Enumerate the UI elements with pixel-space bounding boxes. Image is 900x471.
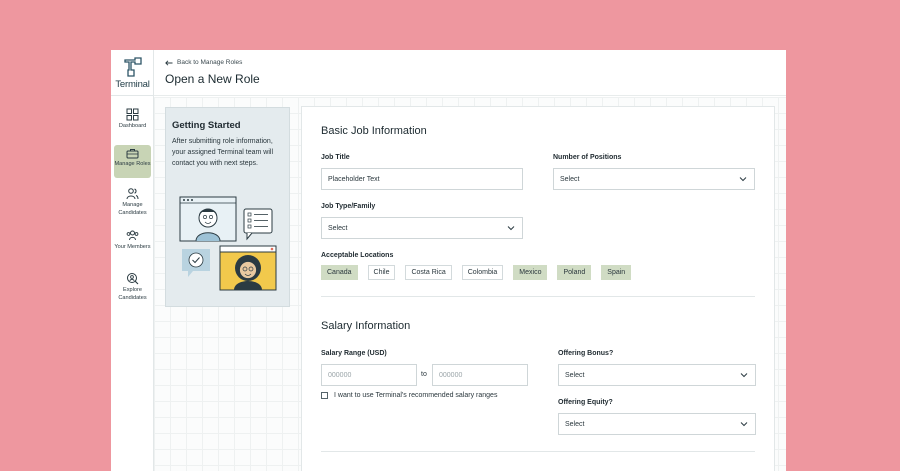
job-title-label: Job Title [321,154,350,161]
salary-max-placeholder: 000000 [439,371,463,379]
location-chips: Canada Chile Costa Rica Colombia Mexico … [321,265,632,280]
page-title: Open a New Role [165,72,260,86]
location-chip-colombia[interactable]: Colombia [461,265,504,280]
salary-max-input[interactable]: 000000 [432,364,528,386]
location-chip-poland[interactable]: Poland [557,265,592,280]
logo[interactable]: Terminal [111,56,154,90]
salary-min-input[interactable]: 000000 [321,364,417,386]
grid-icon [126,108,139,121]
brand-name: Terminal [115,79,150,90]
section-divider [321,451,755,452]
sidebar-item-label: Your Members [114,244,151,250]
salary-info-title: Salary Information [321,320,411,332]
positions-label: Number of Positions [553,154,622,161]
location-chip-spain[interactable]: Spain [601,265,632,280]
bonus-label: Offering Bonus? [558,350,614,357]
back-link[interactable]: Back to Manage Roles [165,59,242,66]
sidebar-item-dashboard[interactable]: Dashboard [114,108,151,136]
bonus-select[interactable]: Select [558,364,756,386]
bonus-value: Select [565,371,585,379]
sidebar-item-label: Manage Candidates [118,202,147,216]
salary-range-separator: to [421,371,427,378]
chevron-down-icon [740,373,748,378]
salary-min-placeholder: 000000 [328,371,352,379]
locations-label: Acceptable Locations [321,252,394,259]
job-type-value: Select [328,224,348,232]
getting-started-card: Getting Started After submitting role in… [165,107,290,307]
search-person-icon [127,273,139,285]
sidebar-item-explore-candidates[interactable]: Explore Candidates [114,272,151,306]
positions-value: Select [560,175,580,183]
job-title-input[interactable]: Placeholder Text [321,168,523,190]
terminal-logo-icon [123,57,142,77]
chevron-down-icon [739,177,747,182]
getting-started-text: After submitting role information, your … [172,138,274,167]
equity-select[interactable]: Select [558,413,756,435]
location-chip-canada[interactable]: Canada [321,265,358,280]
users-icon [126,188,139,200]
team-icon [126,230,139,241]
job-type-label: Job Type/Family [321,203,376,210]
positions-select[interactable]: Select [553,168,755,190]
basic-info-title: Basic Job Information [321,125,427,137]
briefcase-icon [126,149,139,159]
location-chip-mexico[interactable]: Mexico [513,265,548,280]
new-role-form: Basic Job Information Job Title Placehol… [301,106,775,471]
recommended-salary-label: I want to use Terminal's recommended sal… [334,392,498,399]
location-chip-chile[interactable]: Chile [367,265,396,280]
logo-divider [111,95,154,96]
salary-range-label: Salary Range (USD) [321,350,387,357]
sidebar-item-label: Manage Roles [114,161,151,167]
sidebar-item-label: Explore Candidates [118,287,147,301]
app-window: Terminal Dashboard Manage Roles Manage C… [111,50,786,471]
section-divider [321,296,755,297]
recommended-salary-checkbox[interactable] [321,392,328,399]
getting-started-title: Getting Started [172,120,241,131]
back-link-label: Back to Manage Roles [177,59,243,66]
job-type-select[interactable]: Select [321,217,523,239]
chevron-down-icon [740,422,748,427]
location-chip-costa-rica[interactable]: Costa Rica [405,265,452,280]
sidebar-item-manage-roles[interactable]: Manage Roles [114,145,151,178]
sidebar-item-your-members[interactable]: Your Members [114,229,151,263]
job-title-value: Placeholder Text [328,175,380,183]
equity-value: Select [565,420,585,428]
sidebar-item-label: Dashboard [118,123,147,129]
chevron-down-icon [507,226,515,231]
sidebar-item-manage-candidates[interactable]: Manage Candidates [114,187,151,221]
arrow-left-icon [165,59,173,66]
equity-label: Offering Equity? [558,399,613,406]
sidebar: Terminal Dashboard Manage Roles Manage C… [111,50,154,471]
page-header: Back to Manage Roles Open a New Role [154,50,786,96]
video-call-illustration [179,196,277,291]
